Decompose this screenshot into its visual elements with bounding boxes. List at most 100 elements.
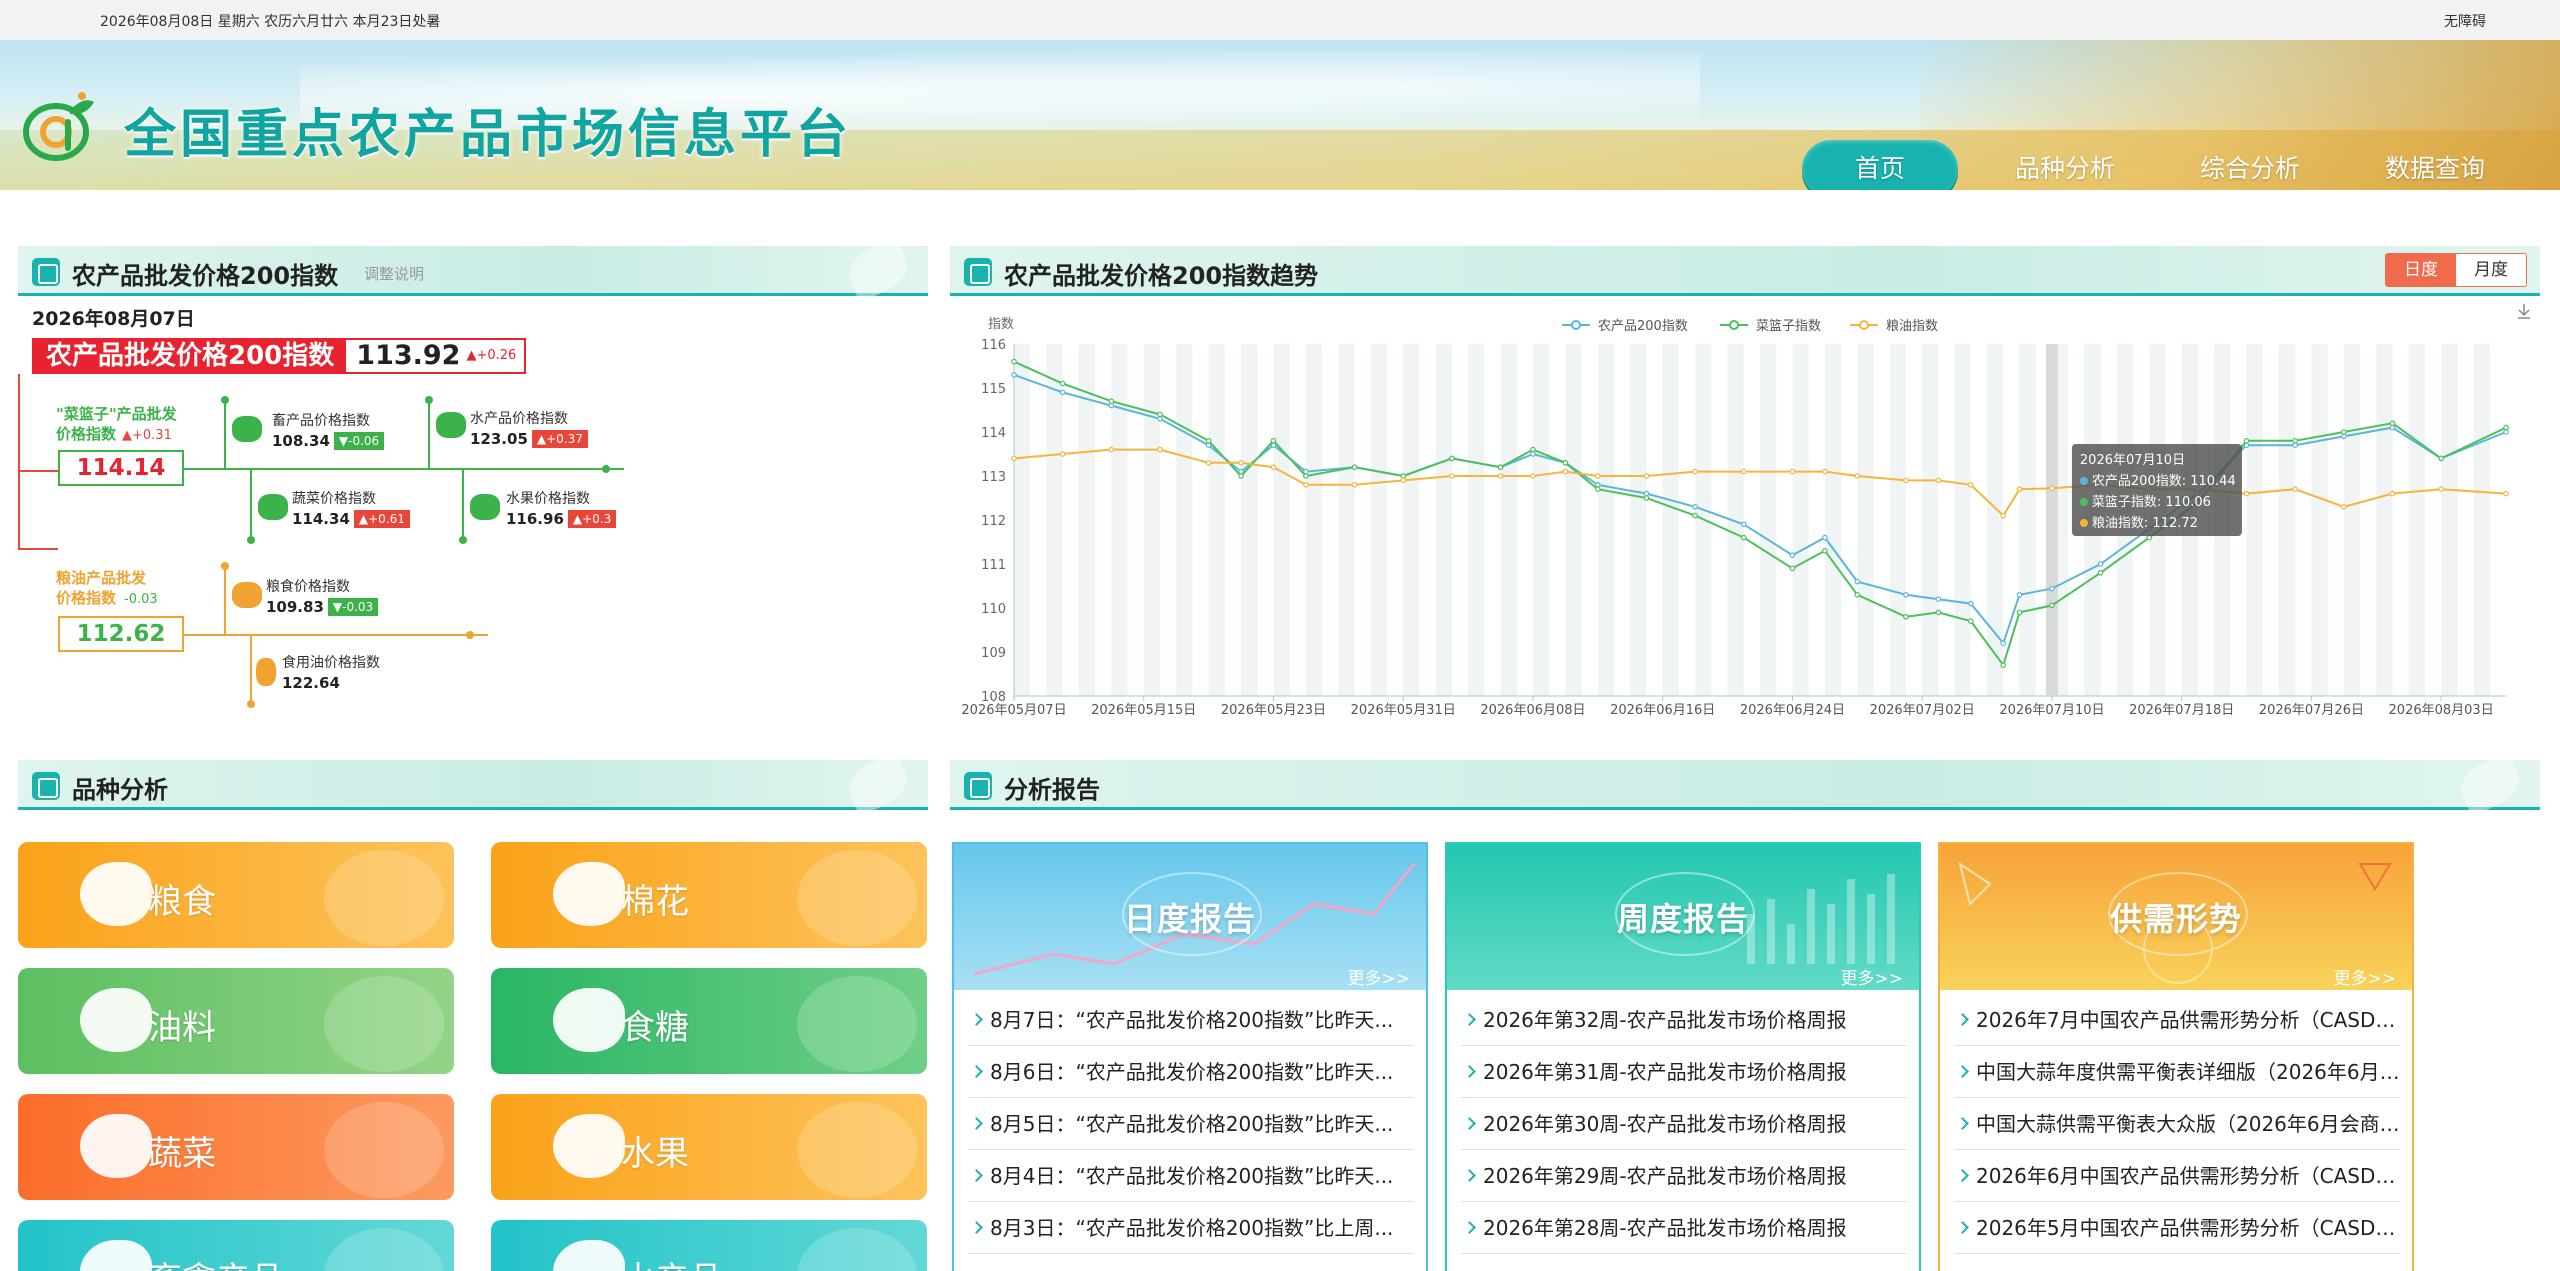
data-point [1740, 468, 1747, 475]
fruit-icon [470, 494, 500, 520]
tile-fruit[interactable]: 水果 [491, 1094, 927, 1200]
data-point [1108, 402, 1115, 409]
nav-variety-analysis[interactable]: 品种分析 [1990, 140, 2140, 190]
accessibility-link[interactable]: 无障碍 [2444, 11, 2486, 31]
nav-home[interactable]: 首页 [1802, 140, 1958, 190]
tile-grain[interactable]: 粮食 [18, 842, 454, 948]
x-tick-label: 2026年07月26日 [2259, 703, 2364, 718]
fruit-index: 水果价格指数 116.96 ▲+0.3 [506, 488, 617, 528]
data-point [1903, 477, 1909, 484]
trend-panel-header: 农产品批发价格200指数趋势 [950, 246, 2540, 296]
list-item[interactable]: 2026年第31周-农产品批发市场价格周报 [1461, 1046, 1907, 1098]
chart-stripe [1435, 344, 1452, 696]
toggle-daily[interactable]: 日度 [2386, 254, 2456, 286]
list-item[interactable]: 2026年6月中国农产品供需形势分析（CASDE-No.120） [1954, 1150, 2400, 1202]
connector-dot [425, 396, 433, 404]
basket-label-line2-text: 价格指数 [56, 425, 117, 443]
y-tick-label: 115 [981, 382, 1006, 397]
data-point [2016, 486, 2023, 493]
chart-stripe [1241, 344, 1258, 696]
connector-line [428, 400, 430, 470]
legend-label: 农产品200指数 [1598, 319, 1688, 334]
supply-demand-banner[interactable]: 供需形势 更多>> [1940, 844, 2412, 990]
list-item[interactable]: 2026年第32周-农产品批发市场价格周报 [1461, 994, 1907, 1046]
list-item[interactable]: 2026年7月中国农产品供需形势分析（CASDE-No.121） [1954, 994, 2400, 1046]
basket-index-label: "菜篮子"产品批发 价格指数 ▲+0.31 [56, 404, 177, 446]
reports-panel-header: 分析报告 [950, 751, 2540, 817]
connector-line [18, 548, 58, 550]
y-tick-label: 114 [981, 426, 1006, 441]
edible-oil-icon [256, 658, 276, 686]
grain-oil-index-value: 112.62 [58, 616, 184, 652]
connector-line [224, 400, 226, 470]
chart-stripe [1857, 344, 1874, 696]
tile-vegetable[interactable]: 蔬菜 [18, 1094, 454, 1200]
tile-livestock[interactable]: 畜禽产品 [18, 1220, 454, 1271]
list-item[interactable]: 8月7日：“农产品批发价格200指数”比昨天... [968, 994, 1414, 1046]
list-item[interactable]: 中国大蒜供需平衡表大众版（2026年6月会商发布） [1954, 1098, 2400, 1150]
data-point [1205, 438, 1212, 444]
data-point [2016, 591, 2023, 598]
tile-label: 粮食 [148, 882, 216, 922]
leaf-decoration [841, 237, 915, 303]
weekly-report-banner[interactable]: 周度报告 更多>> [1447, 844, 1919, 990]
livestock-icon [80, 1240, 152, 1271]
data-point [1854, 591, 1861, 598]
list-item[interactable]: 2026年5月中国农产品供需形势分析（CASDE-No.119） [1954, 1202, 2400, 1254]
data-point [1400, 477, 1407, 484]
vegetable-index: 蔬菜价格指数 114.34 ▲+0.61 [292, 488, 410, 528]
data-point [2243, 438, 2250, 444]
list-item[interactable]: 8月5日：“农产品批发价格200指数”比昨天... [968, 1098, 1414, 1150]
cotton-icon [553, 862, 625, 926]
data-point [1205, 460, 1212, 466]
tile-label: 食糖 [621, 1008, 689, 1048]
toggle-monthly[interactable]: 月度 [2456, 254, 2526, 286]
connector-line [18, 374, 20, 550]
list-item[interactable]: 8月4日：“农产品批发价格200指数”比昨天... [968, 1150, 1414, 1202]
more-link[interactable]: 更多>> [2334, 964, 2397, 989]
list-item[interactable]: 中国大蒜年度供需平衡表详细版（2026年6月会商发布） [1954, 1046, 2400, 1098]
basket-change: ▲+0.31 [122, 428, 172, 443]
list-item[interactable]: 2026年第29周-农产品批发市场价格周报 [1461, 1150, 1907, 1202]
chart-stripe [1760, 344, 1777, 696]
list-item[interactable]: 8月3日：“农产品批发价格200指数”比上周... [968, 1202, 1414, 1254]
list-item[interactable]: 8月6日：“农产品批发价格200指数”比昨天... [968, 1046, 1414, 1098]
tile-watermark [324, 850, 444, 946]
chart-stripe [1014, 344, 1031, 696]
connector-dot [247, 536, 255, 544]
y-axis-label: 指数 [988, 317, 1014, 332]
nav-comprehensive-analysis[interactable]: 综合分析 [2175, 140, 2325, 190]
list-item[interactable]: 2026年第28周-农产品批发市场价格周报 [1461, 1202, 1907, 1254]
nav-data-query[interactable]: 数据查询 [2360, 140, 2510, 190]
data-point [1822, 548, 1828, 554]
connector-line [250, 634, 252, 704]
tooltip-line: 农产品200指数: 110.44 [2092, 474, 2236, 489]
leaf-decoration [2453, 751, 2527, 817]
tile-sugar[interactable]: 食糖 [491, 968, 927, 1074]
fruit-icon [553, 1114, 625, 1178]
data-point [2049, 485, 2055, 492]
fruit-index-value: 116.96 [506, 509, 564, 528]
site-logo-icon[interactable] [20, 92, 98, 162]
data-point [1059, 389, 1066, 396]
tile-cotton[interactable]: 棉花 [491, 842, 927, 948]
chart-stripe [1468, 344, 1485, 696]
edible-oil-index-value: 122.64 [282, 673, 340, 692]
trend-chart-icon [964, 258, 992, 286]
connector-dot [466, 631, 474, 639]
data-point [1449, 473, 1455, 479]
more-link[interactable]: 更多>> [1348, 964, 1411, 989]
grain-index-value: 109.83 [266, 597, 324, 616]
more-link[interactable]: 更多>> [1841, 964, 1904, 989]
data-point [1351, 464, 1358, 471]
livestock-icon [232, 416, 262, 442]
data-point [2049, 602, 2055, 609]
daily-report-banner[interactable]: 日度报告 更多>> [954, 844, 1426, 990]
chart-stripe [2343, 344, 2361, 696]
adjustment-note-link[interactable]: 调整说明 [364, 263, 424, 284]
list-item[interactable]: 2026年第30周-农产品批发市场价格周报 [1461, 1098, 1907, 1150]
tile-aquatic[interactable]: 水产品 [491, 1220, 927, 1271]
tile-oilseed[interactable]: 油料 [18, 968, 454, 1074]
data-point [1059, 380, 1066, 387]
chart-stripe [1889, 344, 1906, 696]
